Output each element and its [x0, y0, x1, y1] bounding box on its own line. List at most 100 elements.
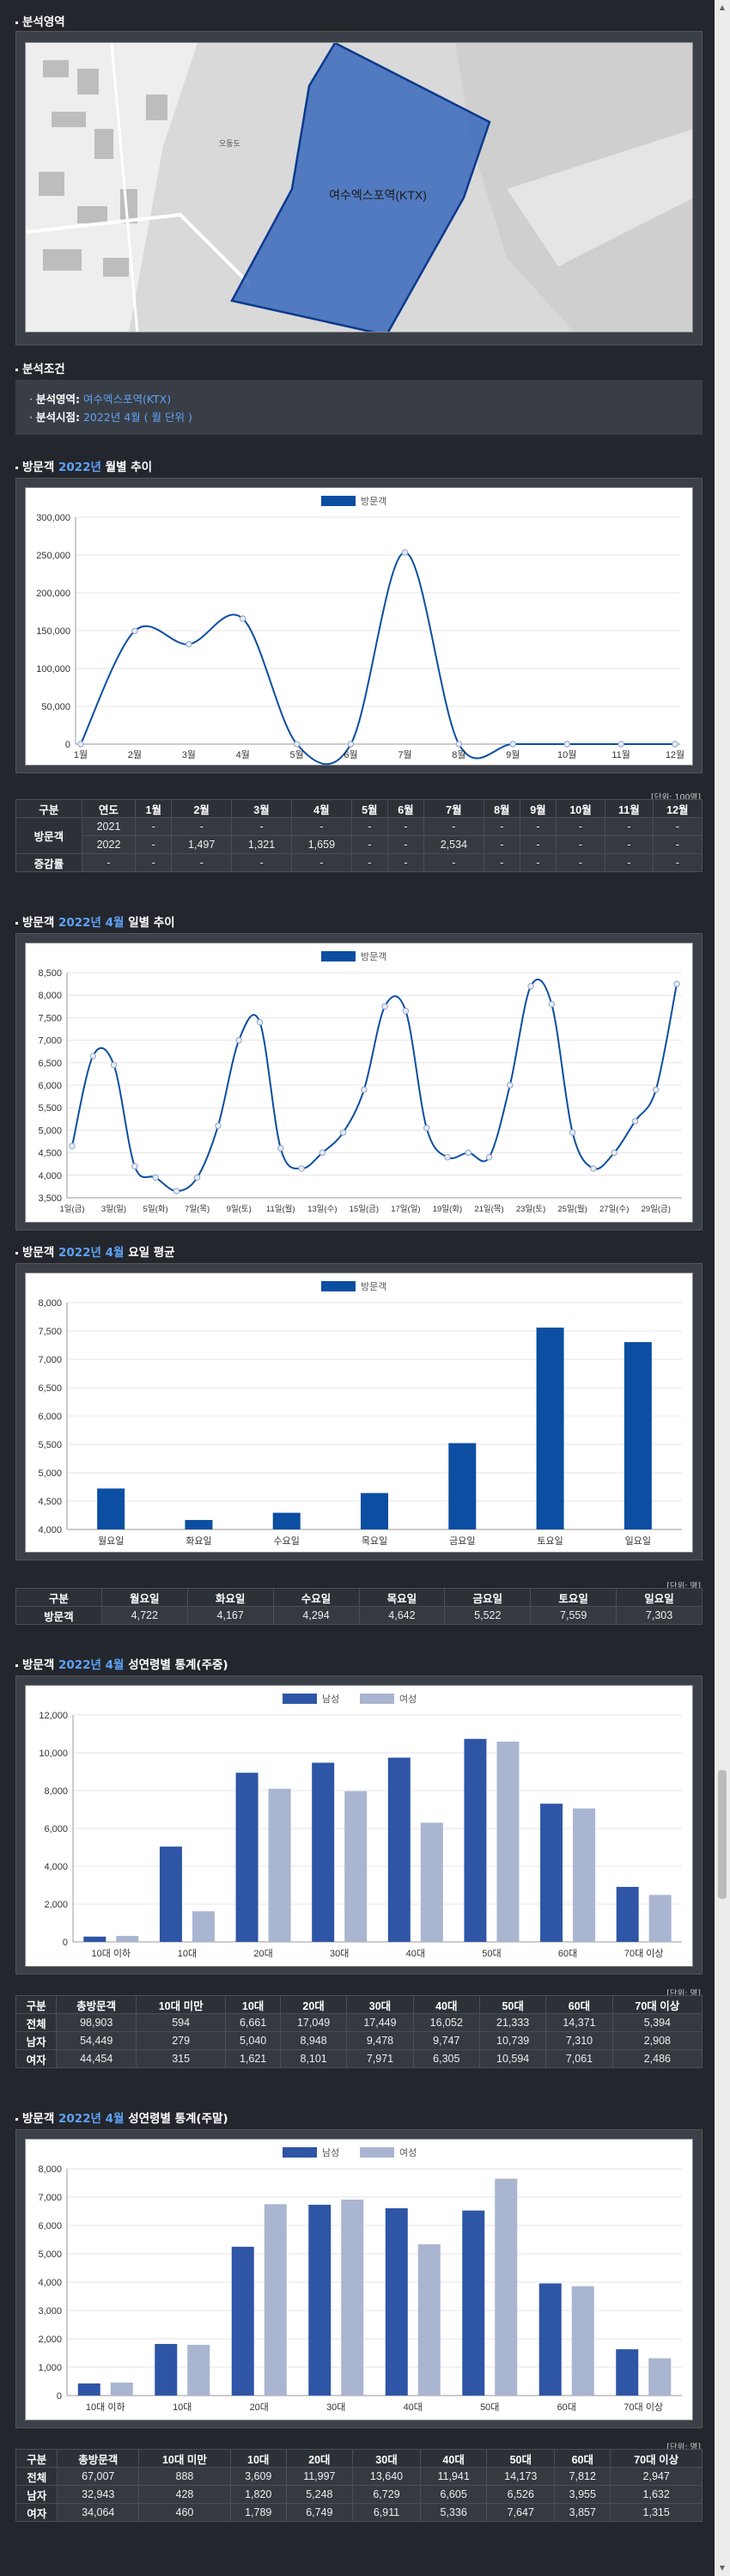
table-header-cell: 토요일: [530, 1588, 617, 1607]
data-point: [444, 1154, 451, 1161]
legend-label: 남성: [322, 1694, 339, 1705]
scroll-down-arrow-icon[interactable]: ▼: [715, 2561, 730, 2576]
table-cell: 7,310: [545, 2031, 613, 2050]
table-cell: 6,526: [486, 2485, 556, 2504]
table-cell: 32,943: [57, 2485, 140, 2504]
bar: [83, 1936, 106, 1942]
table-cell: 1,820: [229, 2485, 287, 2504]
table-header-cell: 50대: [478, 1995, 547, 2014]
legend-label: 방문객: [361, 1281, 386, 1292]
scrollbar-thumb[interactable]: [718, 1770, 727, 1899]
table-cell: 2,908: [611, 2031, 703, 2050]
table-cell: 460: [138, 2503, 231, 2522]
legend-label: 남성: [322, 2147, 339, 2158]
table-header-cell: 70대 이상: [610, 2449, 703, 2468]
bar: [187, 2344, 210, 2396]
x-tick-label: 40대: [406, 1948, 425, 1959]
legend-label: 여성: [399, 1694, 417, 1705]
bar: [387, 1757, 411, 1942]
x-tick-label: 토요일: [537, 1535, 563, 1547]
x-tick-label: 13일(수): [307, 1205, 337, 1214]
bar: [97, 1488, 125, 1529]
table-cell: 5,248: [285, 2485, 353, 2504]
y-tick-label: 6,000: [38, 1081, 62, 1091]
x-tick-label: 20대: [250, 2402, 269, 2413]
data-point: [507, 1082, 514, 1089]
table-header-cell: 5월: [350, 799, 388, 818]
data-point: [548, 1000, 556, 1008]
table-cell: 7,971: [346, 2049, 414, 2068]
x-tick-label: 17일(일): [391, 1205, 420, 1214]
table-cell: -: [555, 835, 606, 854]
y-tick-label: 1,000: [38, 2363, 62, 2373]
map-view[interactable]: 여수엑스포역(KTX) 오동도: [25, 42, 693, 333]
table-cell: -: [605, 835, 654, 854]
table-header-cell: 목요일: [358, 1588, 446, 1607]
bar: [192, 1911, 215, 1942]
data-point: [186, 641, 192, 648]
condition-area: · 분석영역: 여수엑스포역(KTX): [29, 393, 172, 406]
data-point: [401, 549, 409, 556]
table-cell: 5,040: [225, 2031, 281, 2050]
data-point: [611, 1149, 617, 1157]
table-header-cell: 구분: [15, 799, 82, 818]
x-tick-label: 19일(화): [433, 1205, 462, 1214]
table-cell: 1,659: [290, 835, 352, 854]
daily-line-chart: 방문객 3,500 4,000 4,500 5,000 5,500 6,000 6,500 7,…: [38, 951, 682, 1214]
bar: [571, 2286, 594, 2396]
table-cell: 6,661: [225, 2013, 281, 2032]
bar: [77, 2383, 100, 2396]
table-cell: -: [386, 817, 424, 836]
row-label: 남자: [15, 2031, 58, 2050]
table-cell: 34,064: [57, 2503, 140, 2522]
table-cell: 315: [136, 2049, 227, 2068]
table-cell: 10,594: [478, 2049, 547, 2068]
table-cell: 2,947: [610, 2467, 703, 2486]
data-point: [563, 741, 570, 748]
bar: [312, 1762, 335, 1942]
x-tick-label: 50대: [480, 2402, 499, 2413]
table-row: 남자 54,449 279 5,040 8,948 9,478 9,747 10,739 7,3…: [15, 2031, 703, 2050]
x-tick-label: 12월: [666, 749, 684, 760]
table-cell: 1,497: [171, 835, 233, 854]
scroll-up-arrow-icon[interactable]: ▲: [715, 0, 730, 15]
x-tick-label: 10월: [557, 749, 576, 760]
bar: [464, 1738, 487, 1942]
bar: [648, 2358, 672, 2396]
table-row: 여자 34,064 460 1,789 6,749 6,911 5,336 7,647 3,85…: [15, 2503, 703, 2522]
table-cell: -: [386, 853, 424, 872]
y-tick-label: 4,000: [38, 1525, 62, 1535]
legend-swatch: [321, 496, 356, 506]
y-tick-label: 5,500: [38, 1440, 62, 1450]
weekday-chart-box: 방문객 4,000 4,500 5,000 5,500 6,000 6,500 7,000 7,…: [15, 1263, 703, 1560]
data-point: [131, 627, 138, 634]
table-cell: 1,321: [231, 835, 292, 854]
x-tick-label: 29일(금): [642, 1205, 671, 1214]
table-cell: 5,522: [444, 1606, 532, 1625]
table-cell: -: [483, 817, 520, 836]
data-point: [485, 1154, 493, 1161]
table-cell: -: [605, 817, 654, 836]
data-point: [673, 980, 680, 987]
table-header-cell: 40대: [412, 1995, 480, 2014]
y-tick-label: 5,000: [38, 1468, 62, 1479]
data-point: [173, 1187, 180, 1194]
data-point: [298, 1165, 305, 1172]
legend-swatch: [321, 951, 356, 961]
data-point: [381, 1003, 388, 1010]
table-cell: -: [171, 817, 233, 836]
x-tick-label: 9일(토): [227, 1205, 252, 1214]
y-tick-label: 3,000: [38, 2306, 62, 2317]
table-header-cell: 화요일: [186, 1588, 274, 1607]
x-tick-label: 목요일: [362, 1535, 387, 1547]
table-cell: -: [386, 835, 424, 854]
weekday-table: 구분 월요일 화요일 수요일 목요일 금요일 토요일 일요일 방문객 4,722 4,167 4,2…: [15, 1588, 703, 1625]
table-header-cell: 연도: [81, 799, 137, 818]
weekend-gender-table: 구분 총방문객 10대 미만 10대 20대 30대 40대 50대 60대 70대 이상 전체 6…: [15, 2449, 703, 2522]
page-scrollbar[interactable]: ▲ ▼: [715, 0, 730, 2576]
data-point: [77, 741, 84, 748]
data-point: [347, 741, 355, 748]
table-header-cell: 12월: [652, 799, 703, 818]
x-tick-label: 화요일: [186, 1535, 211, 1547]
bar: [272, 1512, 301, 1529]
